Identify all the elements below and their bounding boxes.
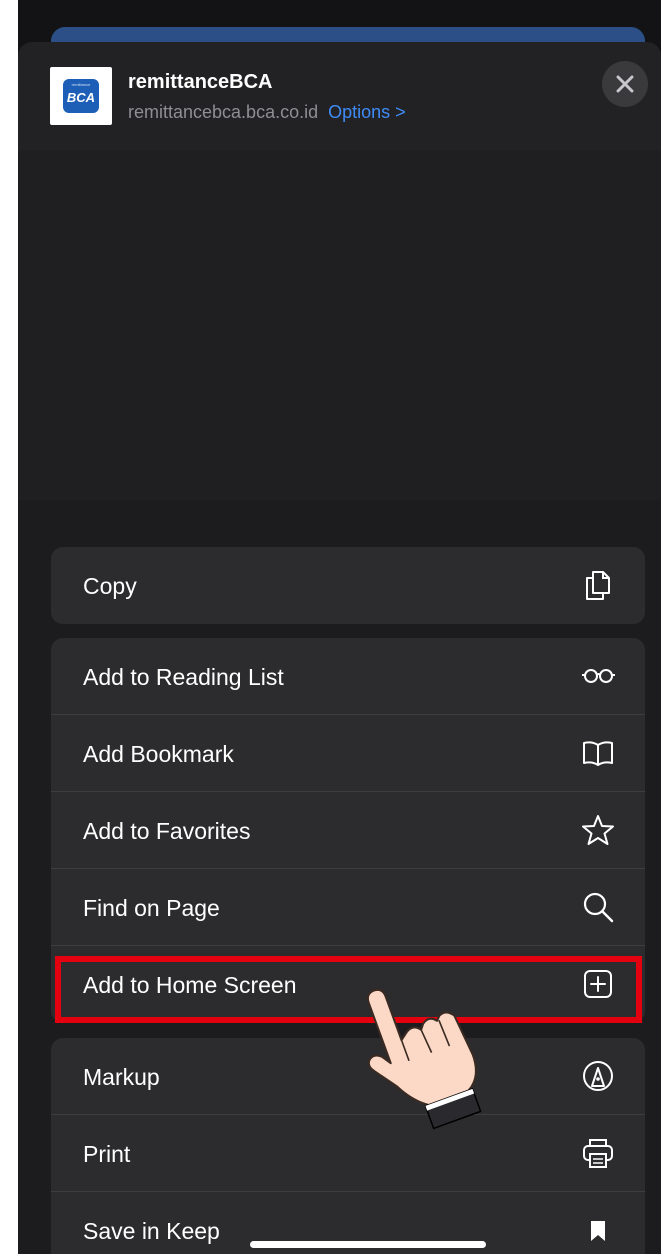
options-link[interactable]: Options > — [328, 102, 406, 122]
action-add-to-favorites[interactable]: Add to Favorites — [51, 792, 645, 869]
search-icon — [583, 892, 614, 923]
highlight-box — [55, 956, 642, 1023]
close-icon — [616, 75, 634, 93]
action-find-on-page[interactable]: Find on Page — [51, 869, 645, 946]
action-label: Add to Reading List — [83, 664, 284, 690]
app-name: remittanceBCA — [128, 71, 273, 93]
action-label: Find on Page — [83, 895, 220, 921]
action-label: Save in Keep — [83, 1218, 220, 1244]
page-preview — [18, 150, 661, 500]
home-indicator[interactable] — [250, 1241, 486, 1248]
action-print[interactable]: Print — [51, 1115, 645, 1192]
action-add-bookmark[interactable]: Add Bookmark — [51, 715, 645, 792]
app-icon-tile: remittance BCA — [63, 79, 99, 113]
copy-icon — [586, 571, 610, 600]
site-subline: remittancebca.bca.co.id Options > — [128, 100, 406, 124]
reading-glasses-icon — [582, 669, 615, 683]
app-icon-brand-text: BCA — [66, 90, 96, 105]
action-label: Add Bookmark — [83, 741, 234, 767]
action-group-more: Markup Print Save in Keep — [51, 1038, 645, 1254]
action-add-to-reading-list[interactable]: Add to Reading List — [51, 638, 645, 715]
book-icon — [583, 741, 613, 766]
app-icon-small-text: remittance — [71, 82, 91, 87]
close-button[interactable] — [602, 61, 648, 107]
action-label: Print — [83, 1141, 131, 1167]
action-markup[interactable]: Markup — [51, 1038, 645, 1115]
star-icon — [582, 815, 614, 845]
bookmark-flag-icon — [591, 1221, 605, 1241]
action-label: Copy — [83, 573, 137, 599]
site-domain: remittancebca.bca.co.id — [128, 102, 319, 122]
action-group-copy: Copy — [51, 547, 645, 624]
printer-icon — [583, 1139, 613, 1168]
markup-icon — [583, 1061, 613, 1091]
pointing-hand-icon — [366, 988, 482, 1130]
action-label: Add to Favorites — [83, 818, 251, 844]
action-copy[interactable]: Copy — [51, 547, 645, 624]
action-label: Markup — [83, 1064, 160, 1090]
share-sheet-header — [18, 42, 661, 150]
phone-screen: remittance BCA remittanceBCA remittanceb… — [18, 0, 661, 1254]
app-icon: remittance BCA — [50, 67, 112, 125]
